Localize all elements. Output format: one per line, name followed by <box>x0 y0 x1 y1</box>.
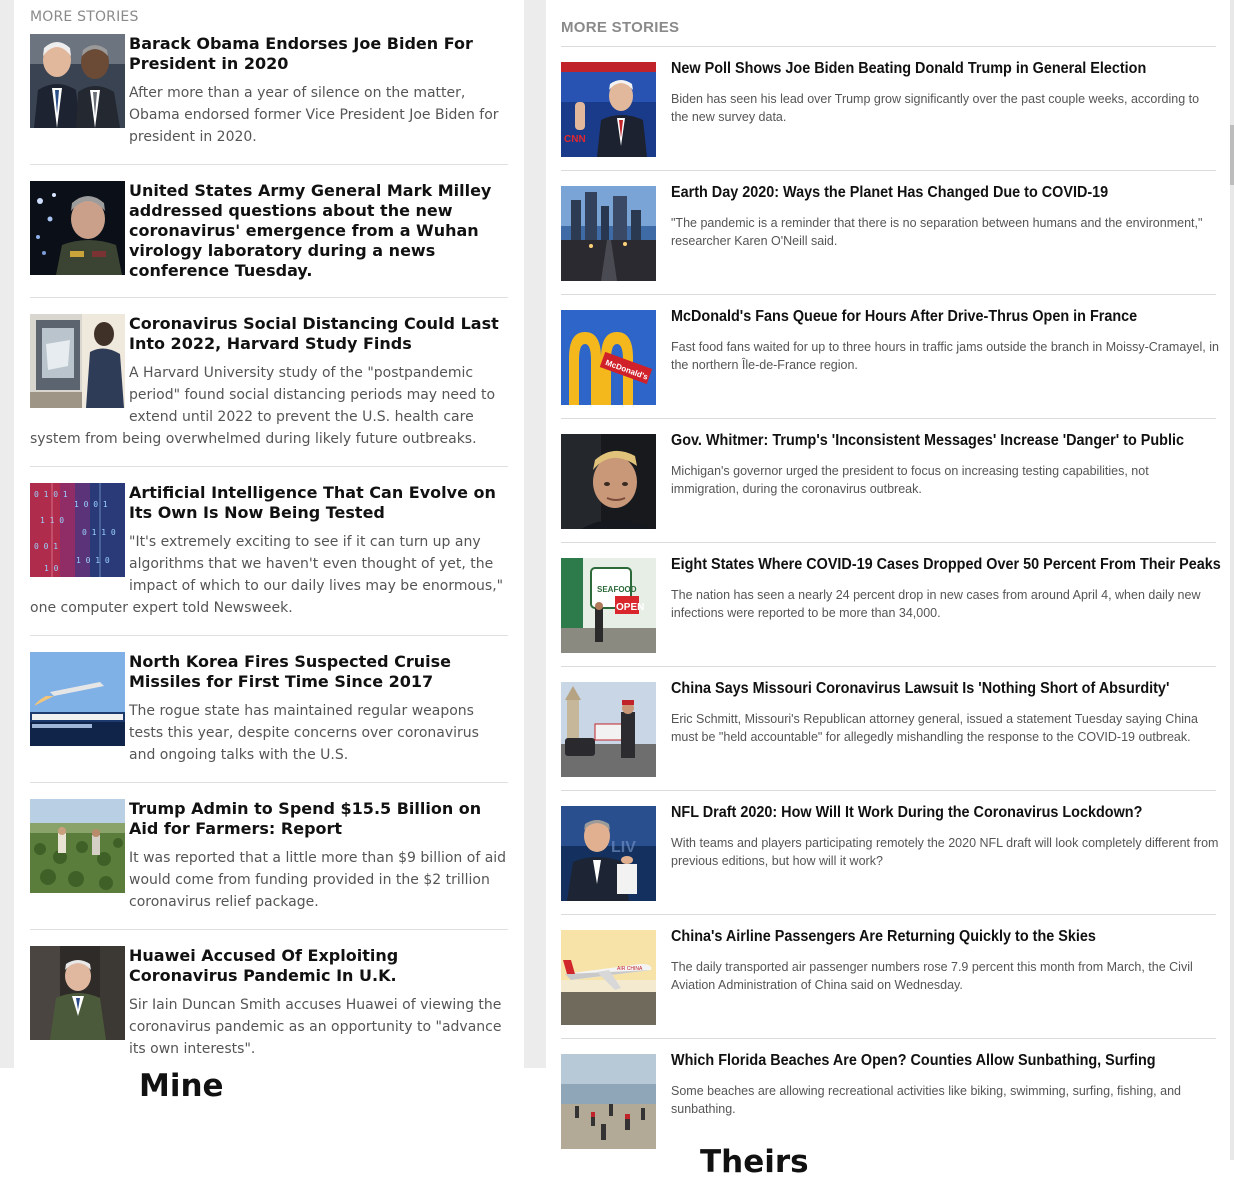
theirs-section-header: MORE STORIES <box>561 19 680 36</box>
svg-text:CNN: CNN <box>564 134 586 145</box>
theirs-story-thumbnail[interactable] <box>561 682 656 777</box>
mine-story-thumbnail[interactable] <box>30 799 125 893</box>
divider <box>561 790 1216 791</box>
theirs-story-description: Some beaches are allowing recreational a… <box>671 1084 1181 1116</box>
divider <box>561 542 1216 543</box>
svg-text:OPEN: OPEN <box>616 602 644 613</box>
theirs-story-title[interactable]: China Says Missouri Coronavirus Lawsuit … <box>671 680 1169 698</box>
theirs-story-thumbnail[interactable]: CNN <box>561 62 656 157</box>
theirs-story-description: Biden has seen his lead over Trump grow … <box>671 92 1200 124</box>
theirs-story-description: The nation has seen a nearly 24 percent … <box>671 588 1201 620</box>
theirs-story-thumbnail[interactable] <box>561 434 656 529</box>
svg-text:0 1 0 1: 0 1 0 1 <box>34 490 68 499</box>
theirs-story-title[interactable]: NFL Draft 2020: How Will It Work During … <box>671 804 1166 822</box>
mine-story-panel: MORE STORIES Barack Obama Endorses Joe B… <box>14 0 524 1068</box>
mine-story-thumbnail[interactable] <box>30 34 125 128</box>
mine-story-thumbnail[interactable] <box>30 314 125 408</box>
mine-story-thumbnail[interactable] <box>30 181 125 275</box>
theirs-story-description: Michigan's governor urged the president … <box>671 464 1149 496</box>
divider <box>30 635 508 636</box>
divider <box>30 466 508 467</box>
theirs-story-thumbnail[interactable] <box>561 1054 656 1149</box>
mine-story-thumbnail[interactable] <box>30 652 125 746</box>
theirs-story-thumbnail[interactable]: LIV <box>561 806 656 901</box>
divider <box>561 294 1216 295</box>
divider <box>561 46 1216 47</box>
divider <box>30 782 508 783</box>
mine-story-item[interactable]: United States Army General Mark Milley a… <box>30 181 508 281</box>
theirs-story-title[interactable]: Earth Day 2020: Ways the Planet Has Chan… <box>671 184 1166 202</box>
mine-story-title[interactable]: Coronavirus Social Distancing Could Last… <box>129 314 508 354</box>
divider <box>561 418 1216 419</box>
mine-story-title[interactable]: Trump Admin to Spend $15.5 Billion on Ai… <box>129 799 508 839</box>
mine-story-item[interactable]: North Korea Fires Suspected Cruise Missi… <box>30 652 508 766</box>
divider <box>561 914 1216 915</box>
mine-section-header: MORE STORIES <box>30 9 139 25</box>
mine-story-thumbnail[interactable] <box>30 946 125 1040</box>
scrollbar-thumb[interactable] <box>1230 125 1234 185</box>
mine-story-item[interactable]: 0 1 0 1 1 0 0 1 1 1 0 0 1 1 0 0 0 1 1 0 … <box>30 483 508 619</box>
theirs-story-thumbnail[interactable]: SEAFOOD OPEN <box>561 558 656 653</box>
divider <box>561 666 1216 667</box>
mine-story-thumbnail[interactable]: 0 1 0 1 1 0 0 1 1 1 0 0 1 1 0 0 0 1 1 0 … <box>30 483 125 577</box>
theirs-story-description: The daily transported air passenger numb… <box>671 960 1193 992</box>
theirs-story-description: With teams and players participating rem… <box>671 836 1219 868</box>
mine-story-item[interactable]: Barack Obama Endorses Joe Biden For Pres… <box>30 34 508 148</box>
svg-text:0 0 1: 0 0 1 <box>34 542 58 551</box>
theirs-caption: Theirs <box>700 1144 809 1180</box>
theirs-story-title[interactable]: Which Florida Beaches Are Open? Counties… <box>671 1052 1166 1070</box>
divider <box>561 1038 1216 1039</box>
theirs-story-description: Eric Schmitt, Missouri's Republican atto… <box>671 712 1198 744</box>
theirs-story-description: "The pandemic is a reminder that there i… <box>671 216 1203 248</box>
mine-story-title[interactable]: Artificial Intelligence That Can Evolve … <box>129 483 508 523</box>
svg-text:1 0 0 1: 1 0 0 1 <box>74 500 108 509</box>
svg-text:SEAFOOD: SEAFOOD <box>597 585 637 594</box>
divider <box>30 164 508 165</box>
mine-story-item[interactable]: Coronavirus Social Distancing Could Last… <box>30 314 508 450</box>
mine-story-title[interactable]: United States Army General Mark Milley a… <box>129 181 508 281</box>
theirs-story-title[interactable]: Eight States Where COVID-19 Cases Droppe… <box>671 556 1221 574</box>
svg-text:AIR CHINA: AIR CHINA <box>617 966 643 972</box>
theirs-story-thumbnail[interactable] <box>561 186 656 281</box>
svg-text:1 0 1 0: 1 0 1 0 <box>76 556 110 565</box>
theirs-story-title[interactable]: McDonald's Fans Queue for Hours After Dr… <box>671 308 1166 326</box>
mine-story-title[interactable]: Barack Obama Endorses Joe Biden For Pres… <box>129 34 508 74</box>
mine-story-item[interactable]: Huawei Accused Of Exploiting Coronavirus… <box>30 946 508 1064</box>
svg-text:0 1 1 0: 0 1 1 0 <box>82 528 116 537</box>
mine-story-item[interactable]: Trump Admin to Spend $15.5 Billion on Ai… <box>30 799 508 913</box>
theirs-story-thumbnail[interactable]: McDonald's <box>561 310 656 405</box>
theirs-story-thumbnail[interactable]: AIR CHINA <box>561 930 656 1025</box>
divider <box>30 929 508 930</box>
svg-text:1 0: 1 0 <box>44 564 59 573</box>
theirs-story-description: Fast food fans waited for up to three ho… <box>671 340 1219 372</box>
mine-caption: Mine <box>139 1068 224 1104</box>
mine-story-title[interactable]: North Korea Fires Suspected Cruise Missi… <box>129 652 508 692</box>
theirs-story-title[interactable]: Gov. Whitmer: Trump's 'Inconsistent Mess… <box>671 432 1184 450</box>
divider <box>561 170 1216 171</box>
divider <box>30 297 508 298</box>
theirs-story-title[interactable]: China's Airline Passengers Are Returning… <box>671 928 1166 946</box>
svg-text:LIV: LIV <box>611 839 636 856</box>
theirs-story-title[interactable]: New Poll Shows Joe Biden Beating Donald … <box>671 60 1166 78</box>
mine-story-title[interactable]: Huawei Accused Of Exploiting Coronavirus… <box>129 946 508 986</box>
